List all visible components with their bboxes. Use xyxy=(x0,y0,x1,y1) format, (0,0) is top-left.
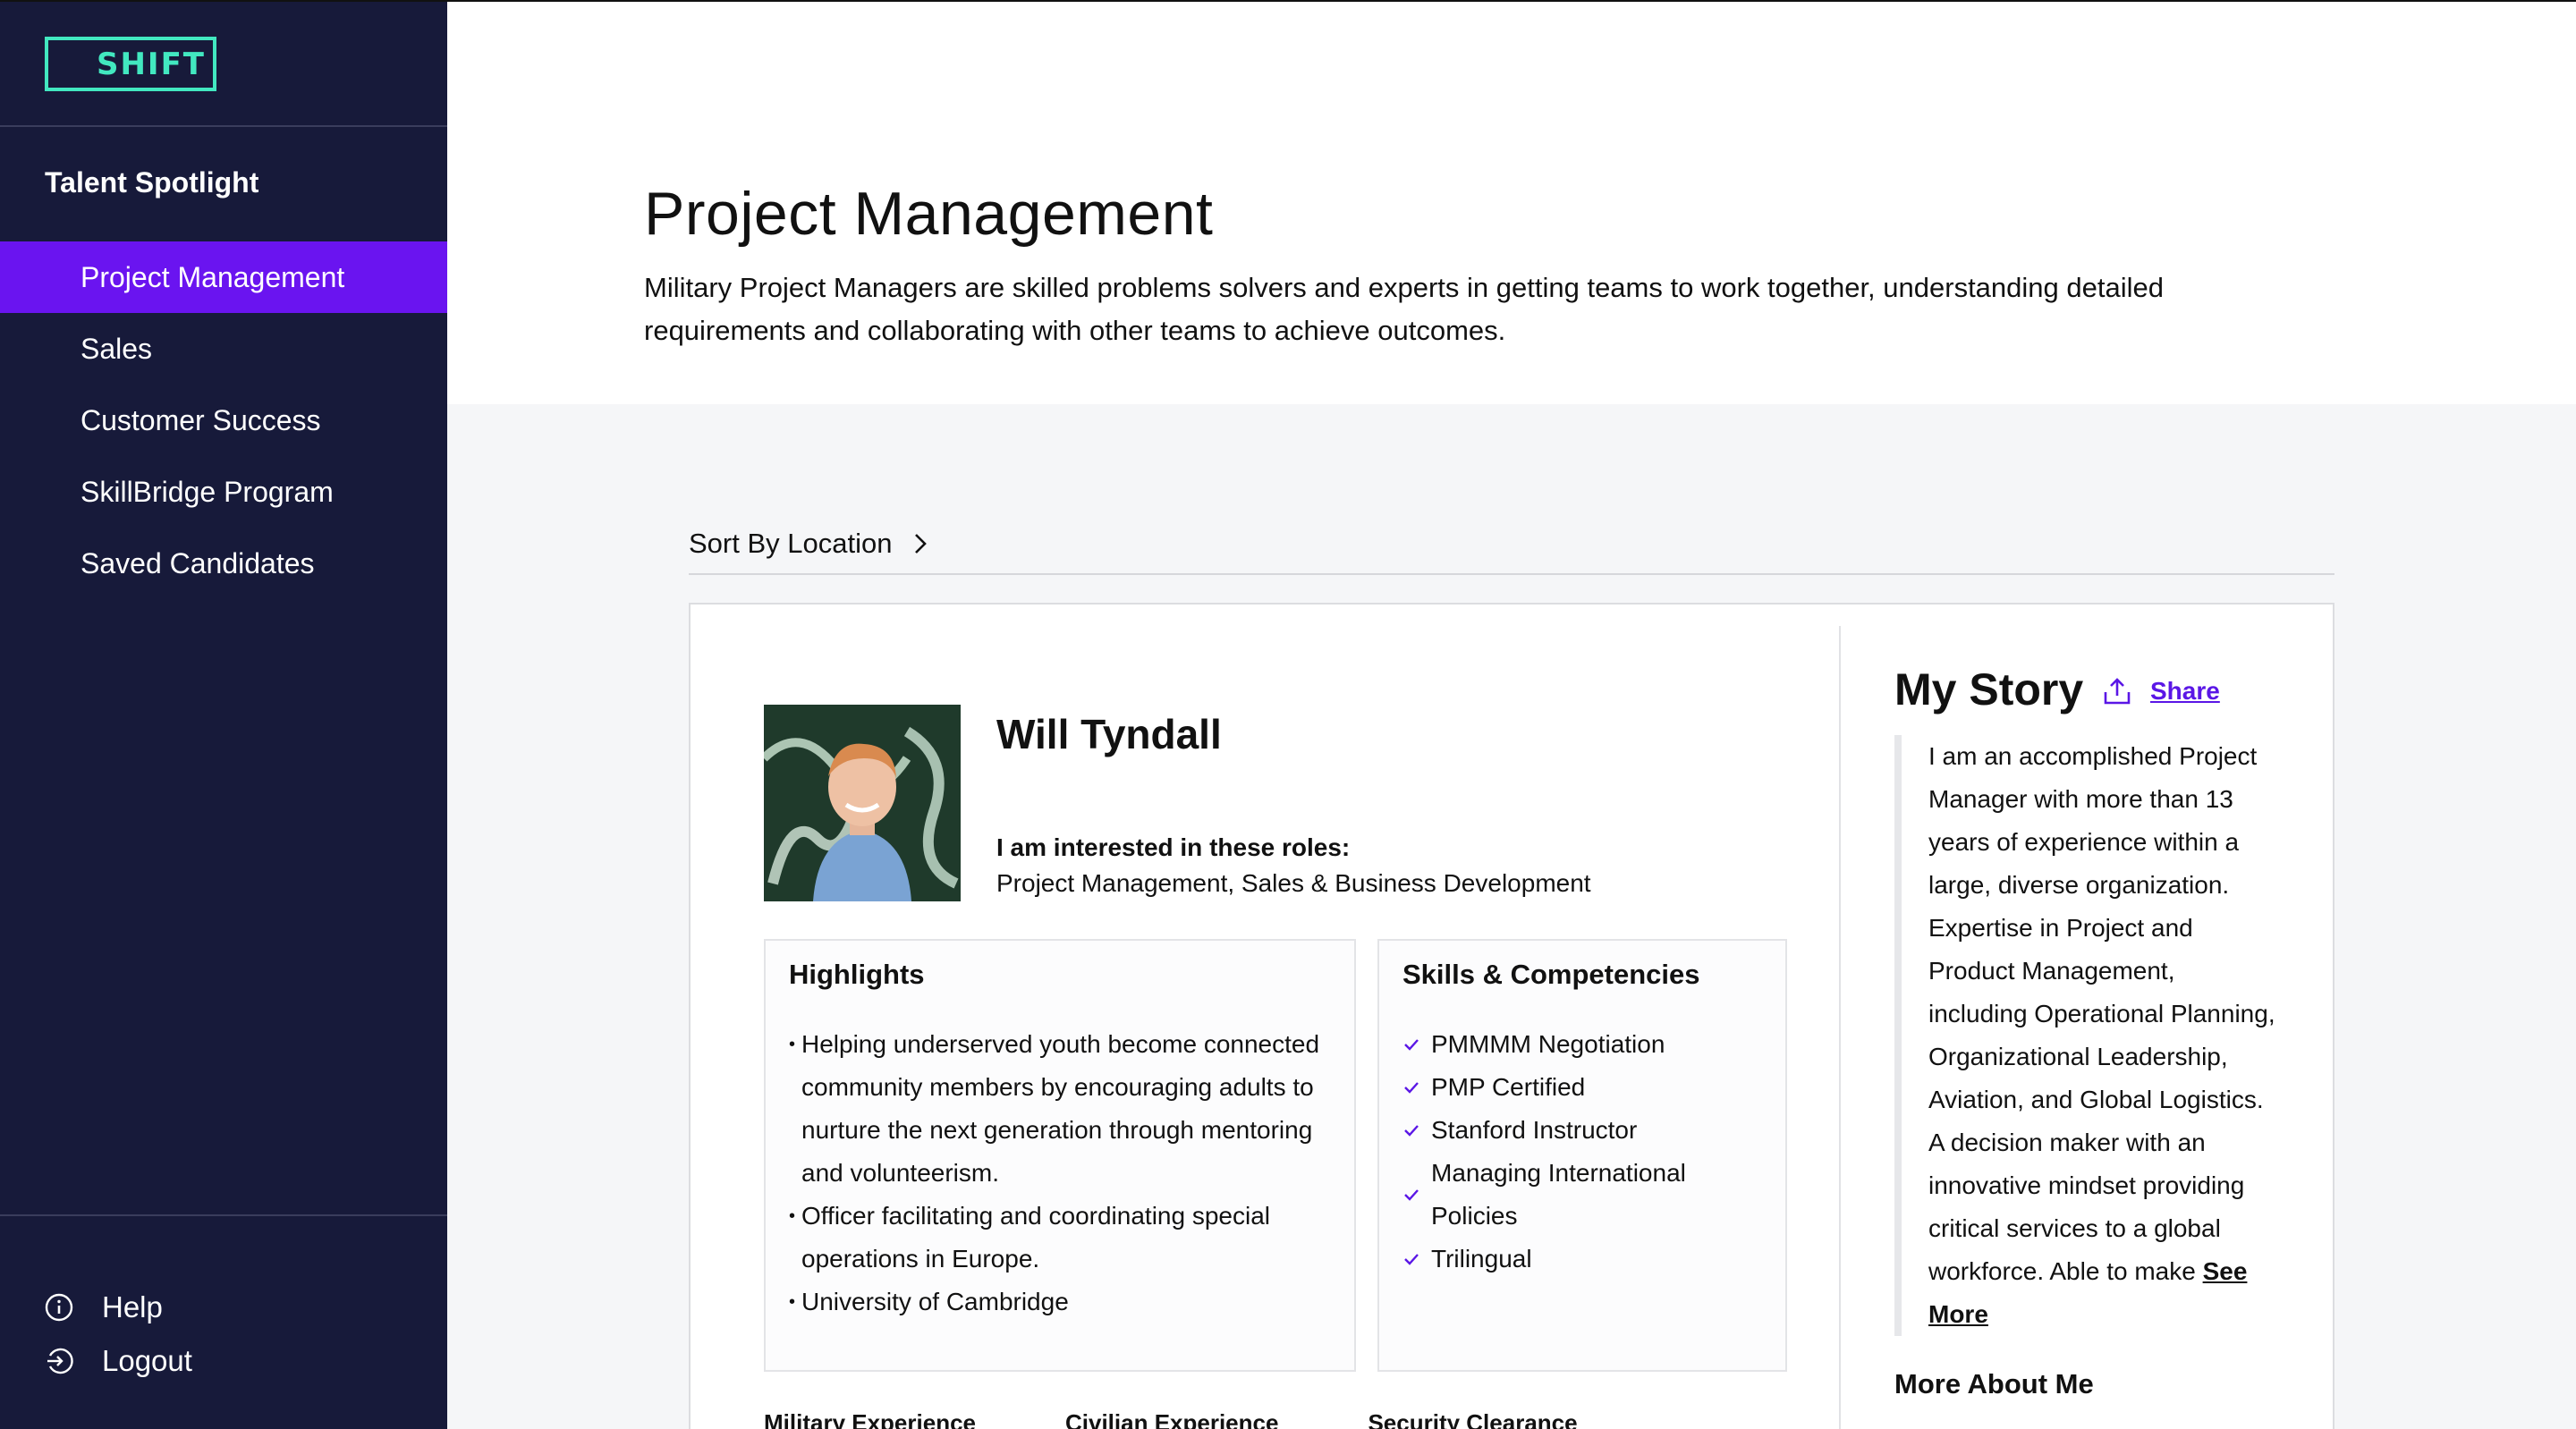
logout-label: Logout xyxy=(102,1344,192,1377)
logo-text: SHIFT xyxy=(96,46,206,82)
card-divider xyxy=(1839,626,1841,1429)
sidebar-section-title: Talent Spotlight xyxy=(45,166,259,199)
share-label: Share xyxy=(2150,677,2220,705)
sidebar-divider-top xyxy=(0,125,447,127)
sidebar-item-customer-success[interactable]: Customer Success xyxy=(0,385,447,456)
experience-labels: Military Experience Civilian Experience … xyxy=(764,1409,1667,1429)
skill-item: PMP Certified xyxy=(1402,1066,1778,1109)
highlights-panel: Highlights Helping underserved youth bec… xyxy=(764,939,1356,1372)
skill-label: PMMMM Negotiation xyxy=(1431,1030,1665,1058)
skills-panel: Skills & Competencies PMMMM Negotiation … xyxy=(1377,939,1787,1372)
main-content: Project Management Military Project Mana… xyxy=(447,0,2576,1429)
help-label: Help xyxy=(102,1290,163,1323)
skill-label: Trilingual xyxy=(1431,1245,1532,1273)
sidebar-item-project-management[interactable]: Project Management xyxy=(0,241,447,313)
top-border xyxy=(0,0,2576,2)
sidebar-item-saved-candidates[interactable]: Saved Candidates xyxy=(0,528,447,599)
skill-label: PMP Certified xyxy=(1431,1073,1586,1101)
logout-link[interactable]: Logout xyxy=(45,1334,192,1388)
skill-item: Managing International Policies xyxy=(1402,1152,1778,1238)
skill-label: Stanford Instructor xyxy=(1431,1116,1638,1144)
skill-item: Stanford Instructor xyxy=(1402,1109,1778,1152)
my-story-title: My Story xyxy=(1894,664,2084,714)
sort-divider xyxy=(689,573,2334,575)
sidebar-item-sales[interactable]: Sales xyxy=(0,313,447,385)
skill-item: Trilingual xyxy=(1402,1238,1778,1281)
page-title: Project Management xyxy=(644,180,1214,248)
info-icon xyxy=(45,1293,73,1322)
highlights-list: Helping underserved youth become connect… xyxy=(789,1023,1326,1323)
check-icon xyxy=(1404,1254,1419,1265)
share-icon xyxy=(2104,678,2131,705)
page-header: Project Management Military Project Mana… xyxy=(447,0,2576,404)
military-experience-label: Military Experience xyxy=(764,1409,976,1429)
candidate-portrait-image xyxy=(764,705,961,901)
candidate-name: Will Tyndall xyxy=(996,711,1222,757)
shift-logo[interactable]: SHIFT xyxy=(45,37,216,91)
more-about-me-heading: More About Me xyxy=(1894,1368,2094,1399)
sidebar-nav: Project Management Sales Customer Succes… xyxy=(0,241,447,599)
logout-icon xyxy=(47,1348,73,1374)
civilian-experience-label: Civilian Experience xyxy=(1065,1409,1279,1429)
chevron-right-icon xyxy=(915,534,928,554)
highlights-title: Highlights xyxy=(789,959,925,990)
candidate-photo xyxy=(764,705,961,901)
sort-label: Sort By Location xyxy=(689,528,893,559)
roles-label: I am interested in these roles: xyxy=(996,833,1351,861)
sidebar-item-skillbridge-program[interactable]: SkillBridge Program xyxy=(0,456,447,528)
sidebar: SHIFT Talent Spotlight Project Managemen… xyxy=(0,0,447,1429)
skills-title: Skills & Competencies xyxy=(1402,959,1700,990)
check-icon xyxy=(1404,1125,1419,1137)
skill-label: Managing International Policies xyxy=(1431,1159,1686,1230)
skills-list: PMMMM Negotiation PMP Certified Stanford… xyxy=(1402,1023,1778,1281)
highlight-item: Helping underserved youth become connect… xyxy=(789,1023,1326,1195)
page-description: Military Project Managers are skilled pr… xyxy=(644,272,2164,346)
story-paragraph: I am an accomplished Project Manager wit… xyxy=(1928,742,2275,1285)
skill-item: PMMMM Negotiation xyxy=(1402,1023,1778,1066)
check-icon xyxy=(1404,1189,1419,1201)
highlight-item: University of Cambridge xyxy=(789,1281,1326,1323)
roles-value: Project Management, Sales & Business Dev… xyxy=(996,869,1591,897)
candidates-area: Sort By Location Will Tyndall I am inter… xyxy=(447,404,2576,1429)
sidebar-divider-bottom xyxy=(0,1214,447,1216)
sidebar-footer: Help Logout xyxy=(45,1281,192,1388)
highlight-item: Officer facilitating and coordinating sp… xyxy=(789,1195,1326,1281)
security-clearance-label: Security Clearance xyxy=(1368,1409,1578,1429)
check-icon xyxy=(1404,1082,1419,1094)
candidate-card: Will Tyndall I am interested in these ro… xyxy=(689,603,2334,1429)
story-text: I am an accomplished Project Manager wit… xyxy=(1894,735,2279,1336)
check-icon xyxy=(1404,1039,1419,1051)
sort-by-location-button[interactable]: Sort By Location xyxy=(689,528,929,560)
help-link[interactable]: Help xyxy=(45,1281,192,1334)
share-button[interactable]: Share xyxy=(2102,676,2220,706)
